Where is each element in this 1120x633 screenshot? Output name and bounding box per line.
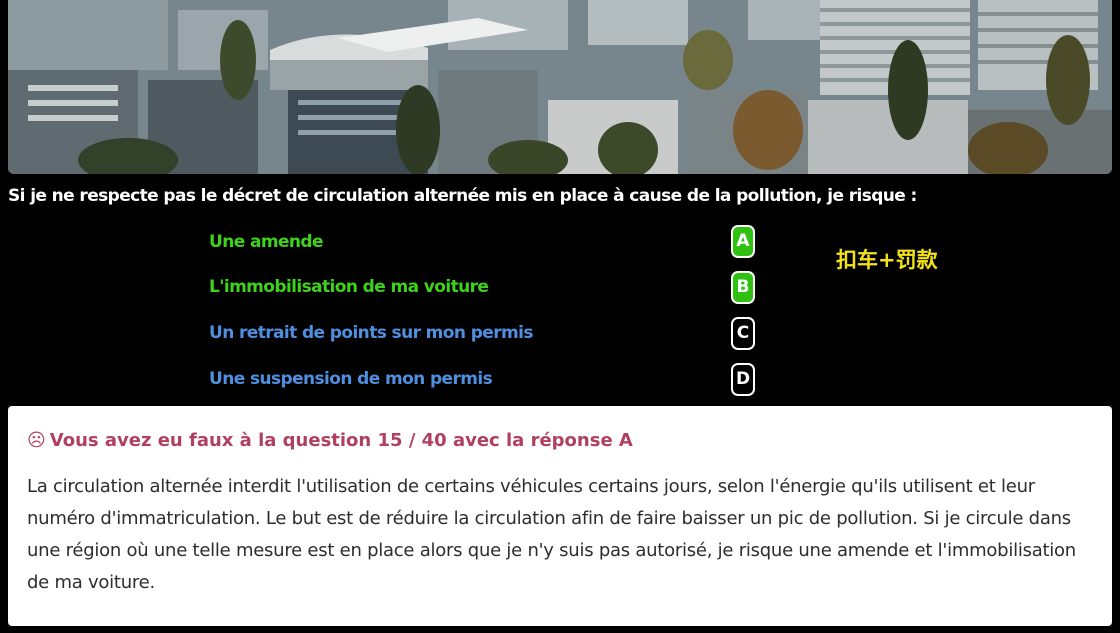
annotation-note: 扣车+罚款 <box>836 248 938 272</box>
answer-badge-a[interactable]: A <box>731 225 755 258</box>
quiz-page: Si je ne respecte pas le décret de circu… <box>0 0 1120 633</box>
feedback-title-text: Vous avez eu faux à la question 15 / 40 … <box>49 430 633 451</box>
answer-badge-b[interactable]: B <box>731 271 755 304</box>
answer-option-d[interactable]: Une suspension de mon permis <box>209 367 493 391</box>
answer-badge-d[interactable]: D <box>731 363 755 396</box>
feedback-title: ☹ Vous avez eu faux à la question 15 / 40… <box>27 428 1092 454</box>
question-text: Si je ne respecte pas le décret de circu… <box>8 186 917 206</box>
feedback-explanation: La circulation alternée interdit l'utili… <box>27 476 1076 593</box>
answer-option-b[interactable]: L'immobilisation de ma voiture <box>209 275 489 299</box>
question-photo <box>8 0 1112 174</box>
answer-option-c[interactable]: Un retrait de points sur mon permis <box>209 321 533 345</box>
answer-badge-c[interactable]: C <box>731 317 755 350</box>
feedback-panel: ☹ Vous avez eu faux à la question 15 / 40… <box>8 406 1112 626</box>
sad-face-icon: ☹ <box>27 430 46 451</box>
answer-option-a[interactable]: Une amende <box>209 230 323 254</box>
